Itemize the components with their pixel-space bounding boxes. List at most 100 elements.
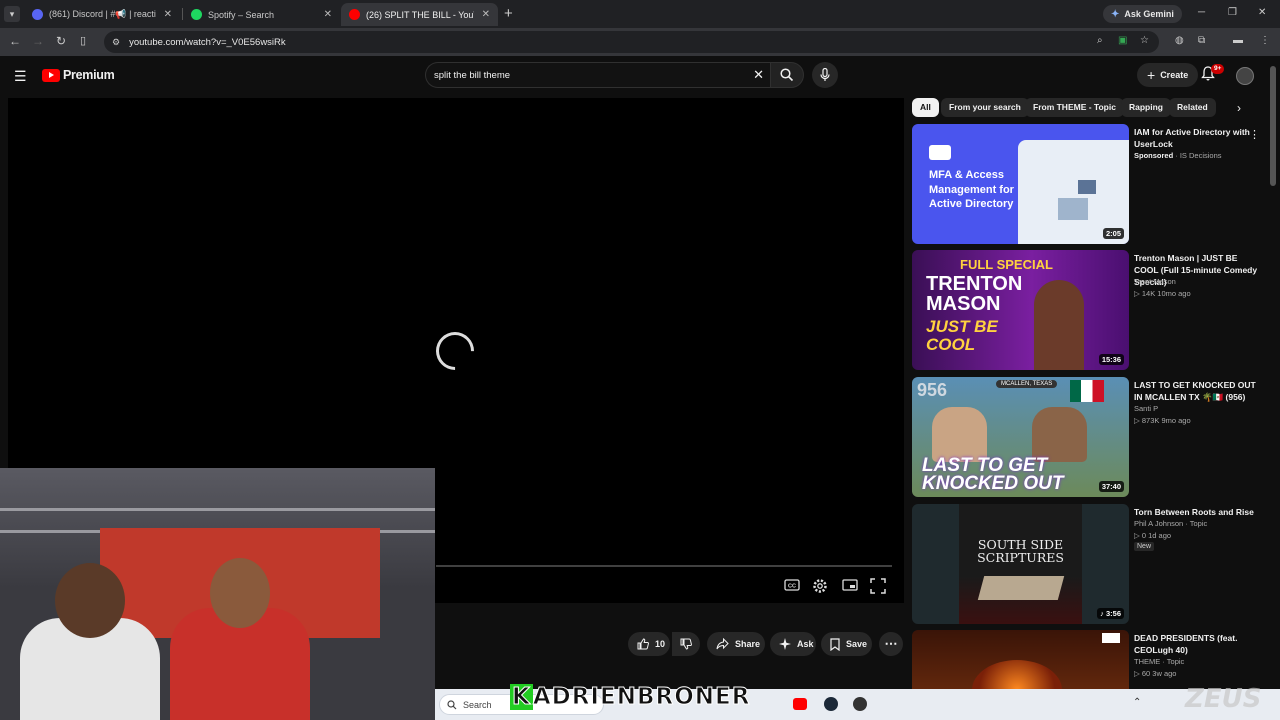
fullscreen-icon[interactable] — [870, 578, 886, 594]
browser-menu-icon[interactable]: ⋮ — [1260, 35, 1270, 46]
ask-button[interactable]: Ask — [770, 632, 816, 656]
logo-label: Premium — [63, 68, 115, 82]
tab-spotify[interactable]: Spotify – Search ✕ — [183, 3, 340, 26]
share-button[interactable]: Share — [707, 632, 765, 656]
chip-from-your-search[interactable]: From your search — [941, 98, 1029, 117]
loading-spinner-icon — [428, 324, 482, 378]
search-icon — [780, 68, 794, 82]
ask-label: Ask — [797, 639, 814, 649]
subtitles-icon[interactable]: CC — [784, 578, 800, 592]
progress-bar[interactable] — [436, 565, 892, 567]
zoom-icon[interactable]: ⌕ — [1097, 35, 1103, 46]
duration-badge: 37:40 — [1098, 481, 1124, 492]
tab-label: (861) Discord | #📢 | reactions — [49, 9, 156, 19]
address-bar[interactable]: ⚙ youtube.com/watch?v=_V0E56wsiRk — [104, 31, 1159, 53]
tab-search-icon[interactable]: ▾ — [4, 6, 20, 22]
more-actions-button[interactable]: ⋯ — [879, 632, 903, 656]
dislike-button[interactable] — [672, 632, 700, 656]
svg-text:CC: CC — [788, 584, 796, 590]
video-title[interactable]: LAST TO GET KNOCKED OUT IN MCALLEN TX 🌴🇲… — [1134, 379, 1262, 403]
video-thumbnail[interactable]: FULL SPECIAL TRENTON MASON JUST BE COOL … — [912, 250, 1129, 370]
video-title[interactable]: DEAD PRESIDENTS (feat. CEOLugh 40) — [1134, 632, 1262, 656]
video-thumbnail[interactable]: SOUTH SIDE SCRIPTURES ♪ 3:56 — [912, 504, 1129, 624]
share-label: Share — [735, 639, 761, 649]
thumbs-up-icon — [637, 638, 649, 650]
channel-name[interactable]: Trent Mason — [1134, 277, 1176, 286]
maximize-icon[interactable]: ❐ — [1228, 7, 1237, 18]
menu-icon[interactable]: ☰ — [14, 68, 27, 85]
video-thumbnail[interactable]: 956 MCALLEN, TEXAS LAST TO GET KNOCKED O… — [912, 377, 1129, 497]
chip-from-theme-topic[interactable]: From THEME - Topic — [1025, 98, 1124, 117]
more-icon: ⋯ — [884, 636, 898, 651]
video-thumbnail[interactable] — [912, 630, 1129, 690]
save-button[interactable]: Save — [821, 632, 872, 656]
recommendation-item[interactable]: 956 MCALLEN, TEXAS LAST TO GET KNOCKED O… — [912, 377, 1267, 497]
steam-taskbar-icon[interactable] — [824, 697, 838, 711]
album-cover: SOUTH SIDE SCRIPTURES — [959, 504, 1082, 624]
recommendation-item[interactable]: SOUTH SIDE SCRIPTURES ♪ 3:56 Torn Betwee… — [912, 504, 1267, 624]
video-title[interactable]: Torn Between Roots and Rise — [1134, 506, 1262, 518]
streamer-name-initial: K — [510, 684, 533, 711]
voice-search-button[interactable] — [812, 62, 838, 88]
youtube-logo[interactable]: Premium — [42, 68, 115, 82]
video-title[interactable]: IAM for Active Directory with UserLock — [1134, 126, 1262, 150]
youtube-taskbar-icon[interactable] — [793, 698, 807, 710]
new-tab-button[interactable]: + — [504, 5, 513, 22]
extension-active-icon[interactable]: ▣ — [1118, 35, 1127, 46]
app-taskbar-icon[interactable] — [853, 697, 867, 711]
recommendation-item[interactable]: DEAD PRESIDENTS (feat. CEOLugh 40) THEME… — [912, 630, 1267, 690]
browser-tab-strip: ▾ (861) Discord | #📢 | reactions ✕ Spoti… — [0, 0, 1280, 28]
profile-icon[interactable]: ▬ — [1233, 35, 1243, 46]
thumbnail-text: TRENTON MASON — [926, 273, 1023, 315]
channel-name[interactable]: Phil A Johnson · Topic — [1134, 519, 1207, 528]
chevron-right-icon[interactable]: › — [1237, 101, 1241, 115]
chip-related[interactable]: Related — [1169, 98, 1216, 117]
extension-icon[interactable]: ◍ — [1175, 35, 1184, 46]
tab-discord[interactable]: (861) Discord | #📢 | reactions ✕ — [24, 3, 180, 26]
miniplayer-icon[interactable] — [842, 578, 858, 592]
search-box: ✕ — [425, 62, 770, 88]
create-button[interactable]: + Create — [1137, 63, 1199, 87]
play-logo-icon — [929, 145, 951, 160]
video-stats: ▷ 14K 10mo ago — [1134, 289, 1191, 298]
more-options-icon[interactable]: ⋮ — [1249, 128, 1260, 141]
channel-name[interactable]: Santi P — [1134, 404, 1158, 413]
back-icon[interactable]: ← — [9, 34, 21, 48]
thumbnail-text: MCALLEN, TEXAS — [996, 380, 1058, 388]
chevron-up-icon[interactable]: ⌃ — [1133, 697, 1141, 708]
clear-search-icon[interactable]: ✕ — [753, 67, 764, 83]
thumbnail-text: FULL SPECIAL — [960, 257, 1053, 272]
chip-rapping[interactable]: Rapping — [1121, 98, 1171, 117]
duration-badge: 2:05 — [1102, 228, 1124, 239]
video-stats: ▷ 873K 9mo ago — [1134, 416, 1191, 425]
extensions-puzzle-icon[interactable]: ⧉ — [1198, 35, 1205, 46]
fire-graphic — [972, 660, 1062, 690]
video-thumbnail[interactable]: MFA & Access Management for Active Direc… — [912, 124, 1129, 244]
tab-youtube[interactable]: (26) SPLIT THE BILL - YouTube ✕ — [341, 3, 498, 26]
channel-name[interactable]: THEME · Topic — [1134, 657, 1184, 666]
reload-icon[interactable]: ↻ — [56, 34, 66, 48]
close-window-icon[interactable]: ✕ — [1258, 7, 1266, 18]
account-avatar[interactable] — [1236, 67, 1254, 85]
site-info-icon[interactable]: ⚙ — [112, 37, 120, 48]
ask-gemini-button[interactable]: ✦ Ask Gemini — [1103, 5, 1182, 23]
like-button[interactable]: 10 — [628, 632, 670, 656]
settings-gear-icon[interactable] — [812, 578, 828, 594]
forward-icon[interactable]: → — [32, 34, 44, 48]
search-input[interactable] — [434, 69, 734, 81]
minimize-icon[interactable]: ─ — [1198, 7, 1205, 18]
side-panel-icon[interactable]: ▯ — [80, 34, 86, 47]
duration-badge: ♪ 3:56 — [1097, 608, 1124, 619]
recommendation-ad[interactable]: MFA & Access Management for Active Direc… — [912, 124, 1267, 244]
scrollbar-thumb[interactable] — [1270, 66, 1276, 186]
search-button[interactable] — [770, 62, 804, 88]
close-tab-icon[interactable]: ✕ — [164, 9, 172, 20]
close-tab-icon[interactable]: ✕ — [324, 9, 332, 20]
create-label: Create — [1160, 70, 1189, 80]
open-book-icon — [977, 576, 1065, 600]
bookmark-star-icon[interactable]: ☆ — [1140, 35, 1149, 46]
close-tab-icon[interactable]: ✕ — [482, 9, 490, 20]
chip-all[interactable]: All — [912, 98, 939, 117]
ring-rope — [0, 508, 435, 511]
recommendation-item[interactable]: FULL SPECIAL TRENTON MASON JUST BE COOL … — [912, 250, 1267, 370]
